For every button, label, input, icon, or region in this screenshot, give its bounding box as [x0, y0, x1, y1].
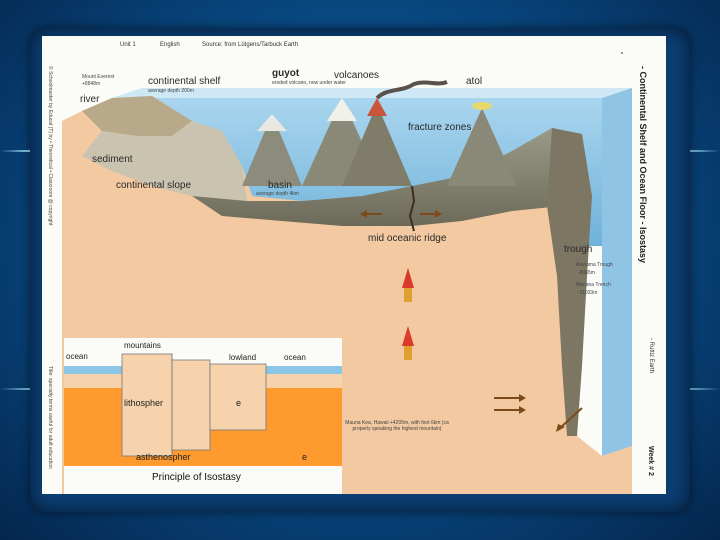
- label-river: river: [80, 94, 100, 105]
- label-basin-depth: average depth 4km: [256, 191, 299, 197]
- header-unit: Unit 1: [120, 42, 136, 48]
- copyright-bottom: Title: specialty terms useful for adult …: [47, 366, 53, 469]
- lowland-block: [209, 363, 267, 431]
- label-volcanoes: volcanoes: [334, 70, 380, 81]
- magma-arrow-body: [404, 288, 412, 302]
- label-mauna-kea: Mauna Kea, Hawaii +4205m, with foot 6km …: [345, 420, 449, 432]
- label-sediment: sediment: [92, 154, 133, 165]
- label-continental-slope: continental slope: [116, 180, 192, 191]
- label-guyot: guyot: [272, 68, 300, 79]
- label-mount-everest-height: +8848m: [82, 81, 101, 87]
- side-title: - Continental Shelf and Ocean Floor - Is…: [638, 66, 648, 264]
- side-code: - Ruttiz Earth: [648, 338, 654, 374]
- slide: mountains ocean lowland ocean lithospher…: [42, 36, 666, 494]
- header-source: Source: from Lütgens/Tarbuck Earth: [202, 42, 299, 48]
- label-basin: basin: [268, 180, 292, 191]
- mountain-block: [171, 359, 211, 451]
- label-mariana-depth: -11033m: [578, 290, 598, 296]
- label-atacama-trough: Atacama Trough: [576, 262, 613, 268]
- label-mid-oceanic-ridge: mid oceanic ridge: [368, 233, 447, 244]
- side-page: Week # 2: [647, 446, 654, 476]
- atoll-reef: [472, 102, 492, 110]
- copyright-top: © Schoolmaster by Educat (T) by • Theore…: [47, 66, 53, 226]
- label-mariana-trench: Mariana Trench: [576, 282, 611, 288]
- label-ocean-left: ocean: [66, 352, 88, 361]
- label-fracture-zones: fracture zones: [408, 122, 472, 133]
- label-lowland: lowland: [229, 353, 257, 362]
- label-lithosphere: lithospher: [124, 398, 164, 408]
- label-shelf-depth: average depth 200m: [148, 88, 194, 94]
- label-asthenosphere-e: e: [302, 452, 308, 462]
- label-lithosphere-e: e: [236, 398, 242, 408]
- magma-arrow-body: [404, 346, 412, 360]
- ocean-side: [602, 88, 632, 456]
- label-mountains: mountains: [124, 341, 161, 350]
- label-ocean-right: ocean: [284, 353, 306, 362]
- label-asthenosphere: asthenospher: [136, 452, 191, 462]
- label-mount-everest: Mount Everest: [82, 74, 115, 80]
- label-atacama-depth: -8065m: [578, 270, 595, 276]
- label-trough: trough: [564, 244, 593, 255]
- isostasy-caption: Principle of Isostasy: [152, 472, 241, 483]
- isostasy-inset: mountains ocean lowland ocean lithospher…: [64, 338, 342, 494]
- label-continental-shelf: continental shelf: [148, 76, 221, 87]
- label-atol: atol: [466, 76, 483, 87]
- header-language: English: [160, 42, 180, 48]
